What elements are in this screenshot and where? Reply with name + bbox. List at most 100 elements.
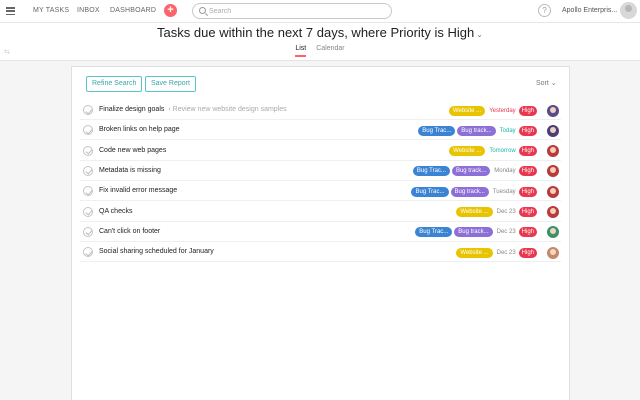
tab-calendar[interactable]: Calendar <box>316 45 344 55</box>
priority-badge[interactable]: High <box>518 146 537 157</box>
task-name-text: QA checks <box>99 207 133 215</box>
assignee-avatar[interactable] <box>547 185 559 198</box>
project-tag[interactable]: Bug track... <box>454 227 493 238</box>
task-meta: Website ... Yesterday High <box>447 104 559 117</box>
task-meta: Website ... Dec 23 High <box>454 246 559 259</box>
save-report-button[interactable]: Save Report <box>145 76 196 92</box>
task-meta: Website ... Dec 23 High <box>454 206 559 219</box>
assignee-avatar[interactable] <box>547 124 559 137</box>
task-meta: Bug Trac... Bug track... Tuesday High <box>409 185 559 198</box>
priority-badge[interactable]: High <box>518 166 537 177</box>
project-tag[interactable]: Bug Trac... <box>411 186 449 197</box>
project-tag[interactable]: Bug track... <box>457 125 496 136</box>
task-name-text: Social sharing scheduled for January <box>99 248 214 256</box>
assignee-avatar[interactable] <box>547 145 559 158</box>
task-name-text: Metadata is missing <box>99 166 161 174</box>
view-tabs: List Calendar <box>0 45 640 57</box>
task-row[interactable]: Social sharing scheduled for January Webs… <box>80 242 561 263</box>
project-tag[interactable]: Bug Trac... <box>415 227 453 238</box>
complete-checkbox-icon[interactable] <box>83 125 93 136</box>
priority-badge[interactable]: High <box>518 186 537 197</box>
assignee-avatar[interactable] <box>547 226 559 239</box>
task-name[interactable]: Metadata is missing <box>99 167 161 174</box>
due-date[interactable]: Dec 23 <box>497 229 516 235</box>
task-meta: Bug Trac... Bug track... Dec 23 High <box>413 226 559 239</box>
due-date[interactable]: Dec 23 <box>497 209 516 215</box>
page-title[interactable]: Tasks due within the next 7 days, where … <box>0 25 640 40</box>
sidebar-toggle-icon[interactable]: ⇆ <box>4 48 10 56</box>
priority-badge[interactable]: High <box>518 247 537 258</box>
assignee-avatar[interactable] <box>547 246 559 259</box>
menu-icon[interactable] <box>6 7 15 16</box>
complete-checkbox-icon[interactable] <box>83 206 93 217</box>
project-tag[interactable]: Bug Trac... <box>418 125 456 136</box>
project-tag[interactable]: Website ... <box>448 105 486 116</box>
top-bar: MY TASKS INBOX DASHBOARD + ? Apollo Ente… <box>0 0 640 23</box>
task-name-text: Code new web pages <box>99 146 167 154</box>
nav-my-tasks[interactable]: MY TASKS <box>33 7 69 14</box>
task-row[interactable]: Can't click on footer Bug Trac... Bug trac… <box>80 222 561 242</box>
help-button[interactable]: ? <box>538 4 551 17</box>
task-meta: Bug Trac... Bug track... Monday High <box>411 165 559 178</box>
search-icon <box>199 7 206 14</box>
task-row[interactable]: Metadata is missing Bug Trac... Bug track.… <box>80 161 561 181</box>
complete-checkbox-icon[interactable] <box>83 105 93 115</box>
organization-switcher[interactable]: Apollo Enterpris... <box>562 7 617 14</box>
task-row[interactable]: QA checks Website ... Dec 23 High <box>80 202 561 222</box>
priority-badge[interactable]: High <box>518 207 537 217</box>
complete-checkbox-icon[interactable] <box>83 145 93 156</box>
due-date[interactable]: Today <box>500 128 516 134</box>
assignee-avatar[interactable] <box>547 104 559 117</box>
nav-dashboard[interactable]: DASHBOARD <box>110 7 156 14</box>
user-avatar[interactable] <box>620 2 637 19</box>
project-tag[interactable]: Website ... <box>456 247 493 258</box>
due-date[interactable]: Dec 23 <box>497 250 516 256</box>
task-name[interactable]: Fix invalid error message <box>99 187 177 194</box>
report-header: Tasks due within the next 7 days, where … <box>0 23 640 61</box>
quick-add-button[interactable]: + <box>164 4 177 17</box>
task-name[interactable]: Code new web pages <box>99 147 166 154</box>
due-date[interactable]: Tomorrow <box>489 148 515 154</box>
task-row[interactable]: Code new web pages Website ... Tomorrow Hig… <box>80 141 561 161</box>
task-name-text: Finalize design goals <box>99 106 165 113</box>
due-date[interactable]: Monday <box>494 168 515 174</box>
project-tag[interactable]: Website ... <box>449 146 486 157</box>
task-name[interactable]: QA checks <box>99 208 132 215</box>
complete-checkbox-icon[interactable] <box>83 165 93 176</box>
project-tag[interactable]: Bug track... <box>450 186 489 197</box>
task-name-text: Can't click on footer <box>99 227 161 235</box>
task-list-panel: Refine Search Save Report Sort ⌄ Finaliz… <box>71 66 570 400</box>
task-row[interactable]: Fix invalid error message Bug Trac... Bug … <box>80 181 561 202</box>
search-bar[interactable] <box>192 3 392 19</box>
search-input[interactable] <box>209 5 384 17</box>
project-tag[interactable]: Website ... <box>456 207 493 217</box>
task-meta: Website ... Tomorrow High <box>447 145 559 158</box>
due-date[interactable]: Yesterday <box>489 108 515 114</box>
priority-badge[interactable]: High <box>518 227 537 238</box>
sort-dropdown[interactable]: Sort ⌄ <box>536 79 557 87</box>
priority-badge[interactable]: High <box>518 125 537 136</box>
task-name[interactable]: Broken links on help page <box>99 126 180 133</box>
task-name[interactable]: Social sharing scheduled for January <box>99 248 214 255</box>
project-tag[interactable]: Bug Trac... <box>412 166 450 177</box>
task-row[interactable]: Broken links on help page Bug Trac... Bug … <box>80 120 561 141</box>
assignee-avatar[interactable] <box>547 206 559 218</box>
complete-checkbox-icon[interactable] <box>83 247 93 258</box>
nav-inbox[interactable]: INBOX <box>77 7 100 14</box>
assignee-avatar[interactable] <box>547 165 559 178</box>
page-title-text: Tasks due within the next 7 days, where … <box>157 25 475 40</box>
due-date[interactable]: Tuesday <box>493 189 516 195</box>
refine-search-button[interactable]: Refine Search <box>86 76 143 92</box>
task-name-text: Fix invalid error message <box>99 187 178 195</box>
parent-task-link[interactable]: ‹ Review new website design samples <box>168 106 286 113</box>
task-name[interactable]: Can't click on footer <box>99 228 160 235</box>
tab-list[interactable]: List <box>295 45 307 57</box>
task-name[interactable]: Finalize design goals ‹ Review new websit… <box>99 106 287 113</box>
chevron-down-icon: ⌄ <box>476 30 483 39</box>
task-name-text: Broken links on help page <box>99 126 180 134</box>
project-tag[interactable]: Bug track... <box>451 166 491 177</box>
task-row[interactable]: Finalize design goals ‹ Review new websit… <box>80 100 561 120</box>
complete-checkbox-icon[interactable] <box>83 186 93 197</box>
priority-badge[interactable]: High <box>518 105 537 116</box>
complete-checkbox-icon[interactable] <box>83 226 93 237</box>
